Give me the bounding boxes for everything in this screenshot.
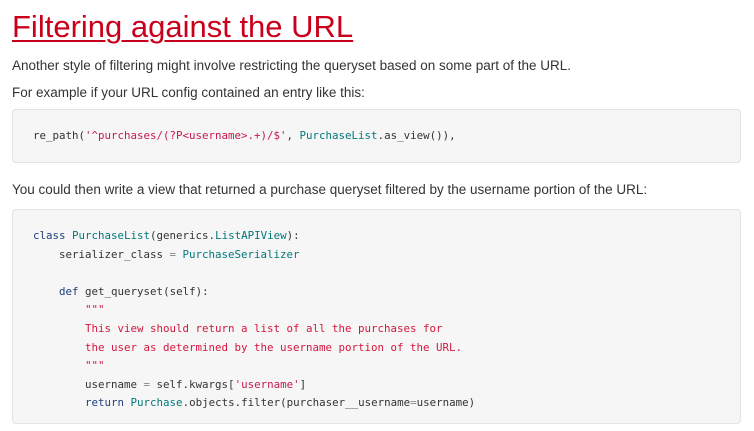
code-rest: .as_view()), (377, 129, 456, 142)
kwargs-end: ] (299, 377, 307, 391)
base-end: ): (286, 229, 300, 242)
kwargs-key: 'username' (234, 377, 300, 391)
purchase-class: Purchase (130, 396, 183, 410)
keyword-def: def (59, 284, 79, 298)
code-func: re_path( (33, 129, 86, 142)
docstring-line-1: This view should return a list of all th… (85, 321, 443, 335)
docstring-close: """ (85, 359, 105, 373)
section-title[interactable]: Filtering against the URL (12, 9, 353, 45)
kwargs-expr: self.kwargs[ (156, 377, 235, 391)
view-lead-paragraph: You could then write a view that returne… (12, 182, 648, 197)
keyword-class: class (33, 229, 66, 242)
assign-op: = (163, 247, 183, 261)
base-prefix: (generics. (150, 229, 216, 242)
docstring-open: """ (85, 303, 105, 317)
serializer-attr: serializer_class (59, 247, 164, 261)
code-separator: , (286, 129, 300, 142)
class-name: PurchaseList (72, 229, 151, 242)
username-var: username (85, 377, 138, 391)
method-args: (self): (163, 284, 209, 298)
url-config-code-block[interactable]: re_path('^purchases/(?P<username>.+)/$',… (12, 109, 741, 163)
assign-op-2: = (137, 377, 157, 391)
docstring-line-2: the user as determined by the username p… (85, 340, 463, 354)
keyword-return: return (85, 396, 125, 410)
example-lead-paragraph: For example if your URL config contained… (12, 85, 365, 100)
method-name: get_queryset (85, 284, 164, 298)
intro-paragraph: Another style of filtering might involve… (12, 58, 572, 73)
serializer-value: PurchaseSerializer (182, 247, 300, 261)
code-pattern-string: '^purchases/(?P<username>.+)/$' (85, 129, 287, 142)
view-code-block[interactable]: class PurchaseList(generics.ListAPIView)… (12, 209, 741, 424)
view-code: class PurchaseList(generics.ListAPIView)… (33, 227, 740, 413)
base-class: ListAPIView (215, 229, 287, 242)
filter-call: .objects.filter(purchaser__username (182, 396, 411, 410)
code-class-name: PurchaseList (299, 129, 378, 142)
filter-arg: username) (416, 396, 476, 410)
url-config-code: re_path('^purchases/(?P<username>.+)/$',… (33, 127, 740, 146)
